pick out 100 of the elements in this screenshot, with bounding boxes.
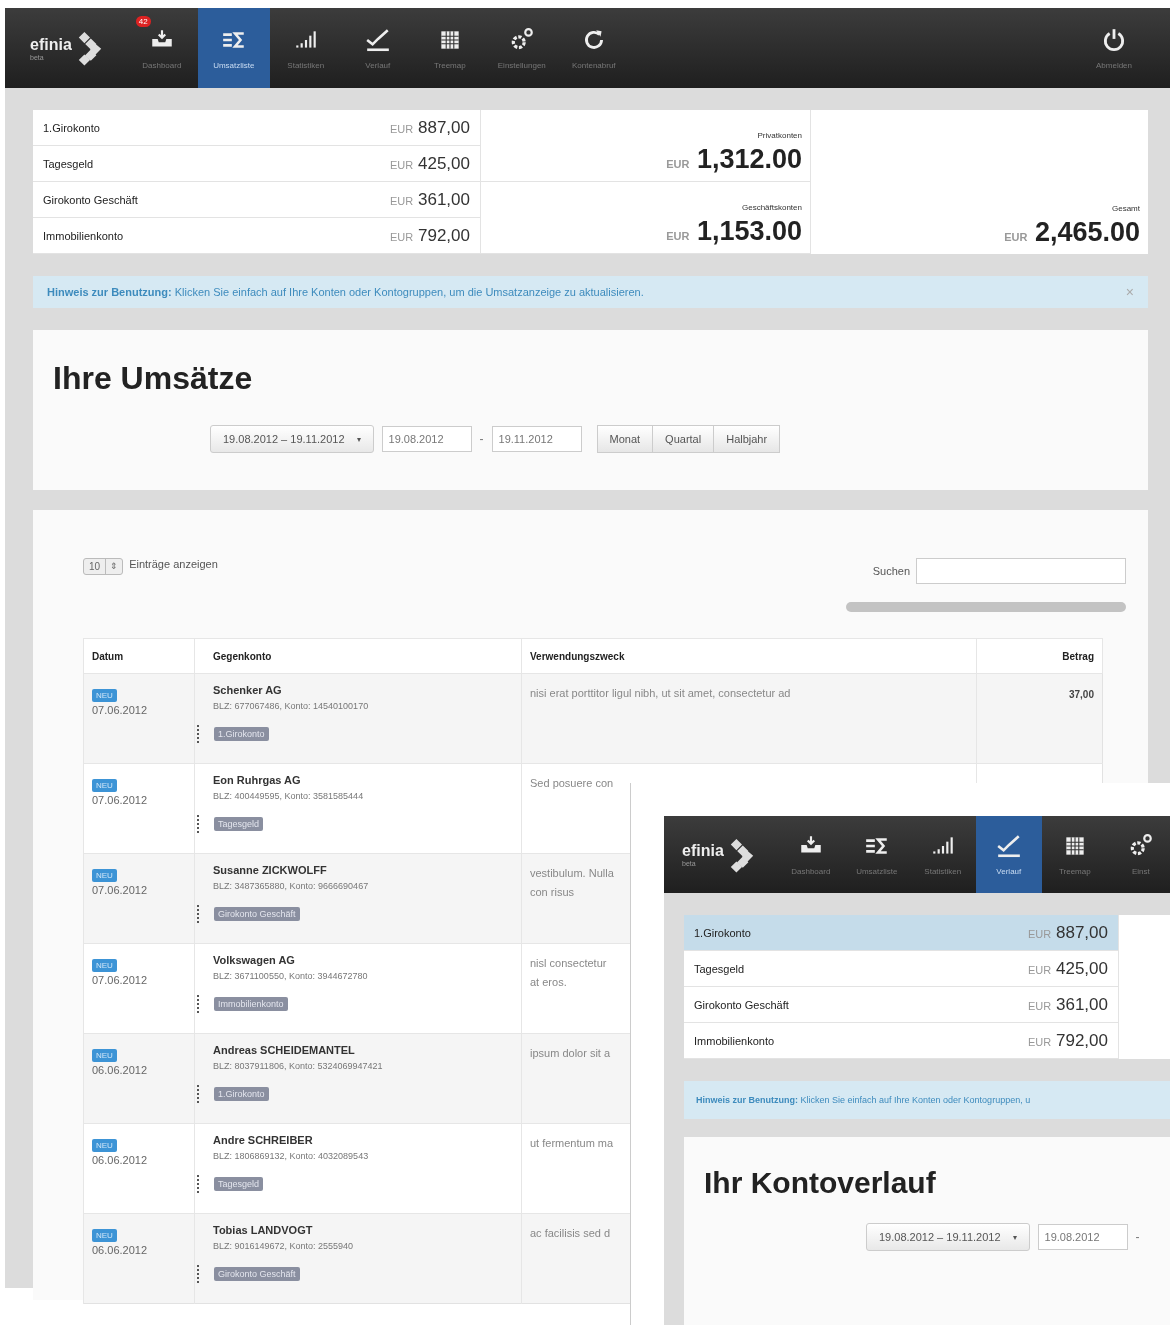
- nav-item[interactable]: Verlauf: [975, 816, 1042, 893]
- bank-details: BLZ: 3487365880, Konto: 9666690467: [213, 881, 370, 891]
- drag-handle-icon[interactable]: [197, 1265, 202, 1283]
- drag-handle-icon[interactable]: [197, 1085, 202, 1103]
- account-name: 1.Girokonto: [43, 121, 100, 134]
- account-tag[interactable]: Girokonto Geschäft: [214, 907, 300, 921]
- new-badge: NEU: [92, 869, 117, 882]
- account-name: Immobilienkonto: [694, 1034, 775, 1047]
- logout-button[interactable]: Abmelden: [1078, 8, 1150, 88]
- account-name: Girokonto Geschäft: [694, 998, 789, 1011]
- new-badge: NEU: [92, 1229, 117, 1242]
- account-tag[interactable]: Tagesgeld: [214, 1177, 264, 1191]
- date-text: 06.06.2012: [92, 1064, 149, 1076]
- account-tag[interactable]: 1.Girokonto: [214, 727, 269, 741]
- drag-handle-icon[interactable]: [197, 1175, 202, 1193]
- counterparty-name: Andre SCHREIBER: [213, 1134, 314, 1146]
- account-tag[interactable]: Tagesgeld: [214, 817, 264, 831]
- nav-item[interactable]: Treemap: [413, 8, 486, 88]
- nav-item[interactable]: Umsatzliste: [843, 816, 910, 893]
- account-tag[interactable]: Immobilienkonto: [214, 997, 288, 1011]
- drag-handle-icon[interactable]: [197, 815, 202, 833]
- bank-details: BLZ: 400449595, Konto: 3581585444: [213, 791, 365, 801]
- counterparty-name: Eon Ruhrgas AG: [213, 774, 302, 786]
- nav-item[interactable]: Statistiken: [269, 8, 342, 88]
- nav-item[interactable]: Treemap: [1041, 816, 1108, 893]
- group-amount: EUR 1,153.00: [666, 216, 802, 247]
- drag-handle-icon[interactable]: [197, 905, 202, 923]
- counterparty-name: Volkswagen AG: [213, 954, 296, 966]
- nav-item[interactable]: Umsatzliste: [197, 8, 270, 88]
- account-row[interactable]: Tagesgeld EUR 425,00: [684, 951, 1118, 987]
- date-field[interactable]: 19.08.2012: [1037, 1224, 1128, 1250]
- total-amount: EUR 2,465.00: [1004, 217, 1140, 248]
- new-badge: NEU: [92, 689, 117, 702]
- account-row[interactable]: Girokonto Geschäft EUR 361,00: [684, 987, 1118, 1023]
- account-row[interactable]: Immobilienkonto EUR 792,00: [684, 1023, 1118, 1059]
- new-badge: NEU: [92, 959, 117, 972]
- account-balance: EUR 361,00: [1028, 994, 1108, 1015]
- purpose-text: ipsum dolor sit a: [530, 1046, 611, 1061]
- account-row[interactable]: 1.Girokonto EUR 887,00: [684, 915, 1118, 951]
- bank-details: BLZ: 8037911806, Konto: 5324069947421: [213, 1061, 384, 1071]
- group-amount: EUR 1,312.00: [666, 144, 802, 175]
- logo-text: efinia: [682, 842, 724, 860]
- purpose-text: nisi erat porttitor ligul nibh, ut sit amet, consectetur ad: [530, 686, 791, 701]
- group-label: Privatkonten: [757, 131, 802, 140]
- date-field[interactable]: 19.11.2012: [491, 426, 582, 452]
- column-header[interactable]: Datum: [83, 638, 195, 674]
- column-header[interactable]: Gegenkonto: [194, 638, 522, 674]
- account-name: Immobilienkonto: [43, 229, 124, 242]
- nav-item[interactable]: Dashboard: [777, 816, 844, 893]
- drag-handle-icon[interactable]: [197, 995, 202, 1013]
- date-field[interactable]: 19.08.2012: [381, 426, 472, 452]
- period-button[interactable]: Quartal: [652, 425, 715, 453]
- account-balance: EUR 887,00: [390, 117, 470, 138]
- updown-icon: ⇕: [106, 559, 123, 574]
- date-range-dropdown[interactable]: 19.08.2012 – 19.11.2012 ▾: [210, 425, 374, 453]
- line-chart-icon: [995, 833, 1022, 859]
- counterparty-name: Schenker AG: [213, 684, 283, 696]
- nav-item[interactable]: Einst: [1107, 816, 1170, 893]
- nav-item[interactable]: Verlauf: [341, 8, 414, 88]
- bank-details: BLZ: 1806869132, Konto: 4032089543: [213, 1151, 370, 1161]
- nav-item[interactable]: Einstellungen: [485, 8, 558, 88]
- date-text: 07.06.2012: [92, 974, 149, 986]
- account-balance: EUR 361,00: [390, 189, 470, 210]
- search-field[interactable]: [916, 558, 1126, 584]
- page-size-label: Einträge anzeigen: [129, 558, 218, 570]
- date-text: 07.06.2012: [92, 704, 149, 716]
- account-balance: EUR 792,00: [390, 225, 470, 246]
- page-title: Ihre Umsätze: [53, 360, 254, 397]
- purpose-text: nisl consectetur: [530, 956, 607, 971]
- account-name: Girokonto Geschäft: [43, 193, 138, 206]
- account-name: Tagesgeld: [43, 157, 94, 170]
- date-text: 07.06.2012: [92, 794, 149, 806]
- group-total-panel[interactable]: Geschäftskonten EUR 1,153.00: [481, 182, 810, 254]
- period-button[interactable]: Halbjahr: [713, 425, 781, 453]
- date-range-dropdown[interactable]: 19.08.2012 – 19.11.2012 ▾: [866, 1223, 1030, 1251]
- account-tag[interactable]: 1.Girokonto: [214, 1087, 269, 1101]
- drag-handle-icon[interactable]: [197, 725, 202, 743]
- nav-item[interactable]: Statistiken: [909, 816, 976, 893]
- power-icon: [1101, 26, 1127, 53]
- total-label: Gesamt: [1112, 204, 1140, 213]
- date-text: 06.06.2012: [92, 1154, 149, 1166]
- logo-text: efinia: [30, 35, 72, 54]
- account-tag[interactable]: Girokonto Geschäft: [214, 1267, 300, 1281]
- counterparty-name: Susanne ZICKWOLFF: [213, 864, 328, 876]
- purpose-text: at eros.: [530, 975, 567, 990]
- account-balance: EUR 887,00: [1028, 922, 1108, 943]
- amount-text: 37,00: [1068, 689, 1094, 700]
- nav-item[interactable]: Dashboard 42: [125, 8, 198, 88]
- account-name: Tagesgeld: [694, 962, 745, 975]
- column-header[interactable]: Verwendungszweck: [521, 638, 977, 674]
- purpose-text: Sed posuere con: [530, 776, 614, 791]
- period-button[interactable]: Monat: [596, 425, 654, 453]
- page-size-select[interactable]: 10 ⇕: [83, 558, 124, 575]
- page-title: Ihr Kontoverlauf: [704, 1165, 937, 1201]
- column-header[interactable]: Betrag: [976, 638, 1103, 674]
- nav-item[interactable]: Kontenabruf: [557, 8, 630, 88]
- group-total-panel[interactable]: Privatkonten EUR 1,312.00: [481, 110, 810, 182]
- purpose-text: vestibulum. Nulla: [530, 866, 614, 881]
- count-badge: 42: [135, 16, 151, 27]
- purpose-text: ac facilisis sed d: [530, 1226, 611, 1241]
